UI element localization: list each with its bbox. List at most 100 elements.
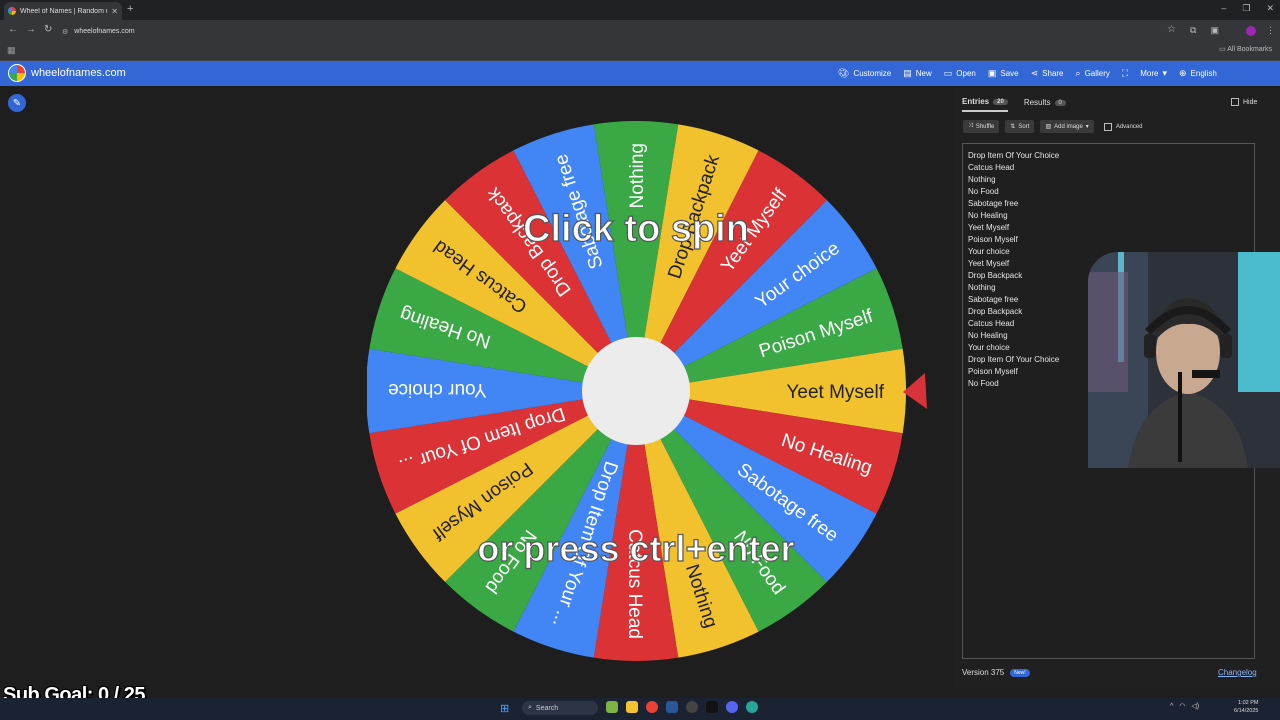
tab-title: Wheel of Names | Random nam	[20, 7, 107, 15]
nav-customize[interactable]: 🎨︎ Customize	[838, 68, 891, 79]
back-icon[interactable]: ←	[8, 24, 18, 35]
chrome-icon[interactable]	[646, 701, 658, 713]
shuffle-icon: ⤨	[968, 123, 973, 129]
apps-grid-icon[interactable]: ▦	[7, 45, 16, 56]
sort-button[interactable]: ⇅ Sort	[1005, 120, 1035, 133]
favicon-icon	[8, 7, 16, 15]
wheel-center[interactable]	[582, 337, 690, 445]
taskbar-search-label: Search	[535, 704, 559, 712]
browser-icon[interactable]	[746, 701, 758, 713]
palette-icon: 🎨︎	[838, 68, 850, 78]
profile-avatar[interactable]	[1246, 26, 1256, 36]
url-text: wheelofnames.com	[74, 28, 135, 35]
edit-pencil-icon[interactable]: ✎	[8, 94, 26, 112]
wheel-segment-label: Nothing	[627, 143, 648, 209]
nav-new[interactable]: ▤ New	[903, 68, 932, 79]
tab-results[interactable]: Results 0	[1024, 97, 1066, 112]
taskbar-search[interactable]: ⌕ Search	[522, 701, 598, 715]
chevron-up-icon[interactable]: ^	[1170, 703, 1173, 710]
menu-dots-icon[interactable]: ⋮	[1266, 25, 1275, 36]
extension-icons: ⧉ ▣	[1190, 25, 1219, 36]
nav-label: English	[1190, 69, 1217, 78]
widgets-icon[interactable]	[606, 701, 618, 713]
url-field[interactable]: ⚙ wheelofnames.com	[62, 24, 1162, 39]
site-info-icon[interactable]: ⚙	[62, 28, 68, 36]
tab-entries[interactable]: Entries 20	[962, 97, 1008, 112]
new-tab-icon[interactable]: +	[127, 3, 133, 15]
all-bookmarks-label: All Bookmarks	[1227, 46, 1272, 53]
advanced-checkbox[interactable]: Advanced	[1103, 122, 1143, 131]
file-explorer-icon[interactable]	[626, 701, 638, 713]
sort-icon: ⇅	[1010, 124, 1016, 130]
hide-label: Hide	[1243, 98, 1258, 106]
site-name[interactable]: wheelofnames.com	[31, 67, 126, 79]
entry-line: Sabotage free	[968, 199, 1019, 208]
entry-line: Yeet Myself	[968, 223, 1010, 232]
system-tray: ^ ◠ ◁)	[1170, 702, 1199, 711]
shuffle-button[interactable]: ⤨ Shuffle	[963, 120, 1000, 133]
checkbox-icon[interactable]	[1103, 122, 1112, 131]
nav-gallery[interactable]: ⌕ Gallery	[1076, 68, 1110, 79]
panel-tabs: Entries 20 Results 0	[962, 97, 1066, 112]
windows-start-icon[interactable]: ⊞	[500, 702, 509, 715]
extensions-icon[interactable]: ⧉	[1190, 25, 1196, 36]
checkbox-icon[interactable]	[1231, 98, 1239, 106]
file-icon: ▤	[903, 68, 912, 78]
restore-icon[interactable]: ❐	[1242, 3, 1250, 14]
reload-icon[interactable]: ↻	[44, 24, 52, 35]
obs-icon[interactable]	[686, 701, 698, 713]
advanced-label: Advanced	[1115, 123, 1143, 130]
sort-label: Sort	[1018, 123, 1030, 130]
entry-line: Catcus Head	[968, 163, 1015, 172]
forward-icon[interactable]: →	[26, 24, 36, 35]
close-tab-icon[interactable]: ✕	[111, 7, 118, 16]
entry-line: No Food	[968, 187, 999, 196]
webcam-feed	[1088, 252, 1280, 468]
entries-toolbar: ⤨ Shuffle ⇅ Sort ▨ Add image ▾ Advanced	[963, 120, 1143, 133]
press-ctrl-enter-text: or press ctrl+enter	[477, 528, 794, 569]
clock-time: 1:02 PM	[1237, 700, 1259, 706]
nav-language[interactable]: ⊕ English	[1179, 68, 1217, 79]
wheel-segment-label: Your choice	[388, 379, 487, 400]
taskbar-apps	[606, 701, 758, 713]
globe-icon: ⊕	[1178, 68, 1187, 78]
clock-date: 6/14/2025	[1234, 708, 1259, 714]
app-icon[interactable]	[666, 701, 678, 713]
nav-save[interactable]: ▣ Save	[988, 68, 1019, 79]
tab-entries-label: Entries	[962, 97, 990, 106]
wifi-icon[interactable]: ◠	[1179, 702, 1185, 710]
minimize-icon[interactable]: –	[1221, 3, 1226, 14]
tiktok-icon[interactable]	[706, 701, 718, 713]
all-bookmarks[interactable]: ▭ All Bookmarks	[1219, 45, 1272, 53]
nav-fullscreen[interactable]: ⛶	[1122, 68, 1128, 79]
image-icon: ▨	[1045, 124, 1052, 130]
volume-icon[interactable]: ◁)	[1191, 702, 1199, 710]
nav-label: Save	[1000, 69, 1019, 78]
save-icon: ▣	[987, 68, 997, 78]
nav-label: New	[915, 69, 932, 78]
browser-tab[interactable]: Wheel of Names | Random nam ✕	[4, 2, 122, 20]
entry-line: Poison Myself	[968, 235, 1018, 244]
wheel[interactable]: Nothing Drop BackpackYeet MyselfYour choi…	[367, 121, 947, 681]
discord-icon[interactable]	[726, 701, 738, 713]
taskbar-clock[interactable]: 1:02 PM 6/14/2025	[1234, 699, 1258, 715]
close-window-icon[interactable]: ✕	[1266, 3, 1274, 14]
fullscreen-icon: ⛶	[1121, 68, 1129, 78]
nav-share[interactable]: ⋖ Share	[1031, 68, 1064, 79]
hide-checkbox[interactable]: Hide	[1231, 98, 1257, 106]
shuffle-label: Shuffle	[975, 123, 995, 130]
bookmark-star-icon[interactable]: ☆	[1167, 24, 1176, 35]
nav-more[interactable]: More ▾	[1140, 68, 1167, 79]
wheel-logo-icon[interactable]	[8, 64, 26, 82]
nav-label: Share	[1042, 69, 1064, 78]
click-to-spin-text[interactable]: Click to spin	[522, 207, 749, 250]
window-controls: – ❐ ✕	[1221, 3, 1274, 14]
nav-open[interactable]: ▭ Open	[944, 68, 976, 79]
sidepanel-icon[interactable]: ▣	[1210, 25, 1219, 36]
new-badge: New!	[1010, 668, 1030, 677]
entries-count-badge: 20	[993, 98, 1008, 105]
version-text: Version 375	[962, 668, 1005, 677]
add-image-button[interactable]: ▨ Add image ▾	[1040, 120, 1094, 133]
chevron-down-icon: ▾	[1162, 68, 1167, 78]
changelog-link[interactable]: Changelog	[1218, 668, 1257, 677]
